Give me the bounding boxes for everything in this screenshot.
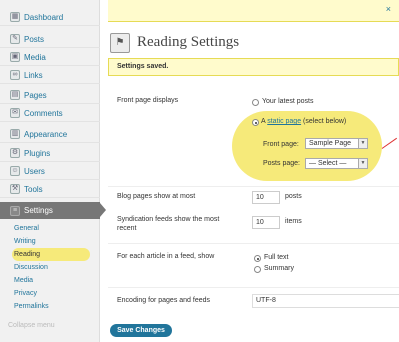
submenu-item-permalinks[interactable]: Permalinks: [14, 300, 94, 313]
dashboard-icon: ▦: [10, 12, 20, 22]
sidebar-item-tools[interactable]: ⚒ Tools: [0, 181, 100, 198]
submenu-item-writing[interactable]: Writing: [14, 235, 94, 248]
sidebar-item-label: Users: [24, 166, 45, 176]
sidebar-item-pages[interactable]: ▤ Pages: [0, 87, 100, 104]
users-icon: ☺: [10, 166, 20, 176]
sidebar-item-dashboard[interactable]: ▦ Dashboard: [0, 9, 100, 26]
blog-pages-label: Blog pages show at most: [117, 193, 196, 200]
sidebar-item-links[interactable]: ∞ Links: [0, 67, 100, 84]
static-page-link[interactable]: static page: [267, 118, 301, 125]
sidebar-item-users[interactable]: ☺ Users: [0, 163, 100, 180]
encoding-label: Encoding for pages and feeds: [117, 297, 211, 304]
sidebar-item-media[interactable]: ▣ Media: [0, 49, 100, 66]
syndication-unit: items: [285, 218, 302, 225]
static-page-label: A static page (select below): [261, 118, 347, 125]
sidebar-item-settings[interactable]: ≡ Settings: [0, 202, 100, 219]
latest-posts-radio[interactable]: [252, 99, 259, 106]
sidebar-item-appearance[interactable]: ▥ Appearance: [0, 126, 100, 143]
sidebar-item-label: Settings: [24, 206, 53, 215]
sidebar-item-label: Posts: [24, 34, 45, 44]
submenu-item-media[interactable]: Media: [14, 274, 94, 287]
sidebar-item-label: Dashboard: [24, 12, 64, 22]
sidebar-item-label: Pages: [24, 90, 47, 100]
divider: [108, 243, 399, 244]
pages-icon: ▤: [10, 90, 20, 100]
submenu-item-general[interactable]: General: [14, 222, 94, 235]
collapse-menu-button[interactable]: Collapse menu: [8, 322, 55, 329]
front-page-displays-label: Front page displays: [117, 97, 179, 104]
tools-icon: ⚒: [10, 184, 20, 194]
media-icon: ▣: [10, 52, 20, 62]
front-page-select[interactable]: Sample Page ▼: [305, 138, 368, 149]
divider: [108, 287, 399, 288]
posts-page-select[interactable]: — Select — ▼: [305, 158, 368, 169]
sidebar-item-label: Comments: [24, 108, 63, 118]
sidebar-item-posts[interactable]: ✎ Posts: [0, 31, 100, 48]
close-icon[interactable]: ×: [386, 4, 391, 14]
front-page-select-label: Front page:: [263, 141, 299, 148]
page-title: Reading Settings: [137, 34, 240, 50]
annotation-line: [381, 137, 398, 149]
sidebar-item-label: Links: [24, 70, 43, 80]
static-page-radio[interactable]: [252, 119, 259, 126]
appearance-icon: ▥: [10, 129, 20, 139]
posts-icon: ✎: [10, 34, 20, 44]
blog-pages-input[interactable]: 10: [252, 191, 280, 204]
syndication-input[interactable]: 10: [252, 216, 280, 229]
chevron-down-icon: ▼: [358, 159, 367, 168]
sidebar-item-comments[interactable]: ✉ Comments: [0, 105, 100, 122]
encoding-input[interactable]: UTF-8: [252, 294, 399, 308]
syndication-label-2: recent: [117, 225, 137, 232]
chevron-down-icon: ▼: [358, 139, 367, 148]
submenu-item-discussion[interactable]: Discussion: [14, 261, 94, 274]
sidebar-item-plugins[interactable]: ⚙ Plugins: [0, 145, 100, 162]
full-text-label: Full text: [264, 254, 289, 261]
sidebar-item-label: Media: [24, 52, 46, 62]
links-icon: ∞: [10, 70, 20, 80]
syndication-label: Syndication feeds show the most: [117, 216, 220, 223]
summary-label: Summary: [264, 265, 294, 272]
top-notice-bar: ×: [108, 0, 399, 22]
sidebar-item-label: Plugins: [24, 148, 51, 158]
save-changes-button[interactable]: Save Changes: [110, 324, 172, 337]
feed-article-label: For each article in a feed, show: [117, 253, 215, 260]
latest-posts-label: Your latest posts: [262, 98, 314, 105]
settings-icon: ≡: [10, 205, 20, 216]
posts-page-select-label: Posts page:: [263, 160, 300, 167]
admin-sidebar: ▦ Dashboard ✎ Posts ▣ Media ∞ Links ▤ Pages ✉…: [0, 0, 100, 342]
submenu-item-reading[interactable]: Reading: [12, 248, 90, 261]
sidebar-item-label: Appearance: [24, 129, 68, 139]
sidebar-item-label: Tools: [24, 184, 43, 194]
summary-radio[interactable]: [254, 266, 261, 273]
current-menu-arrow: [100, 203, 106, 217]
full-text-radio[interactable]: [254, 255, 261, 262]
comments-icon: ✉: [10, 108, 20, 118]
settings-saved-notice: Settings saved.: [108, 58, 399, 76]
reading-settings-icon: ⚑: [110, 33, 130, 53]
submenu-item-privacy[interactable]: Privacy: [14, 287, 94, 300]
plugins-icon: ⚙: [10, 148, 20, 158]
blog-pages-unit: posts: [285, 193, 302, 200]
divider: [108, 186, 399, 187]
